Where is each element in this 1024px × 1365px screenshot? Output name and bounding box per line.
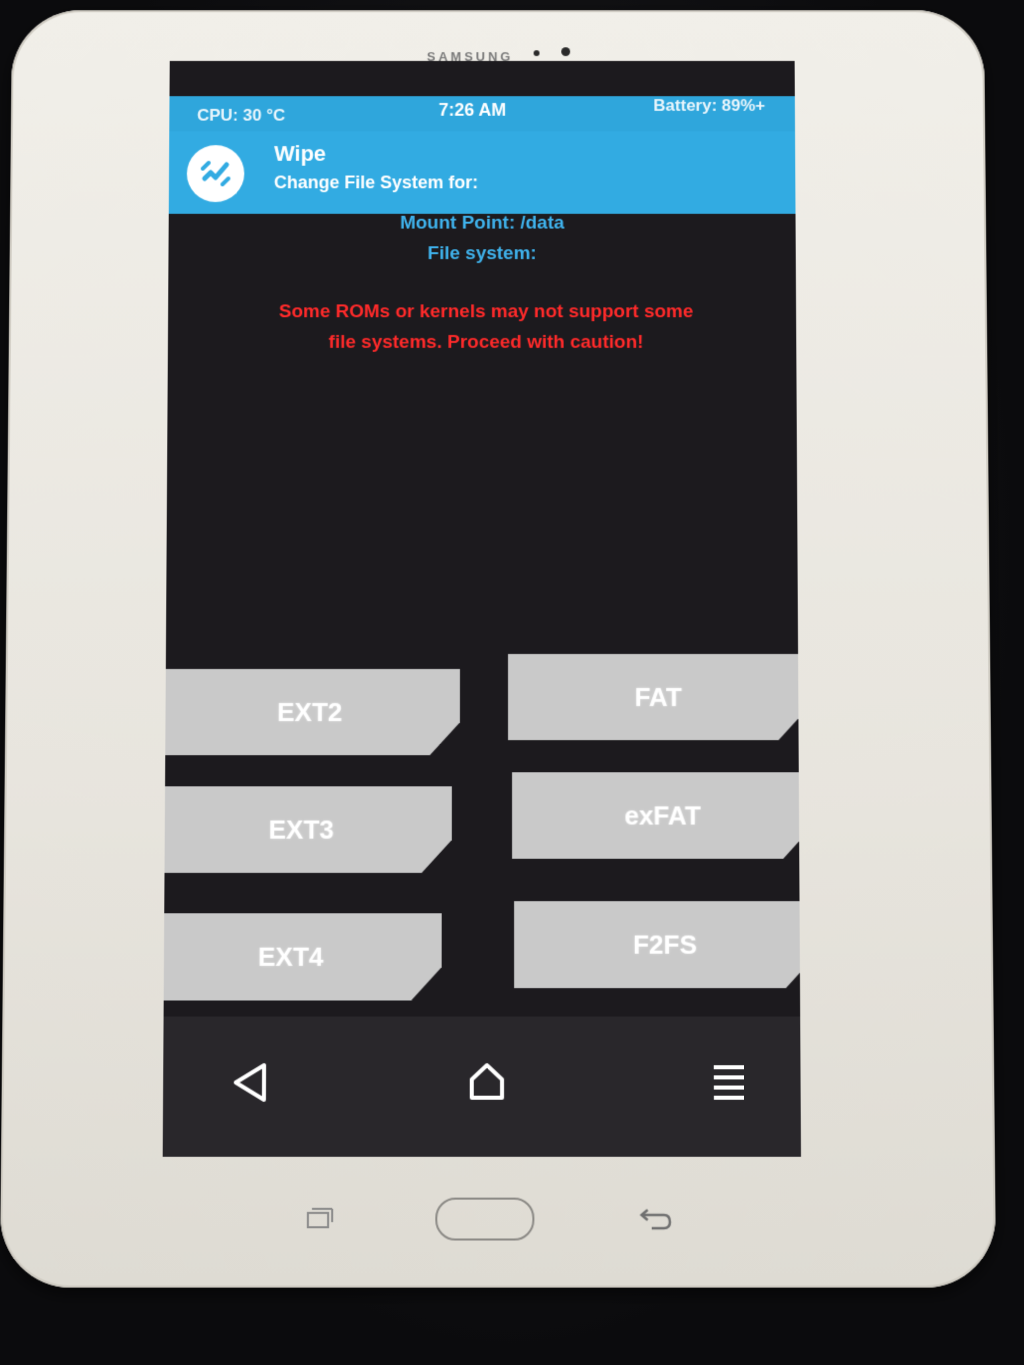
camera-sensor-icon (533, 50, 540, 57)
menu-icon[interactable] (694, 1047, 765, 1118)
front-camera-icon (561, 47, 571, 57)
status-bar: CPU: 30 °C 7:26 AM Battery: 89%+ (169, 96, 796, 132)
tablet-body: SAMSUNG CPU: 30 °C 7:26 AM Battery: 89%+ (0, 10, 997, 1288)
ext4-button[interactable]: EXT4 (163, 913, 442, 1000)
home-icon[interactable] (452, 1047, 523, 1118)
warning-line-1: Some ROMs or kernels may not support som… (278, 301, 694, 323)
ext3-button[interactable]: EXT3 (163, 786, 452, 873)
clock: 7:26 AM (438, 100, 507, 120)
page-title: Wipe (274, 141, 327, 166)
page-header: Wipe Change File System for: (168, 131, 796, 214)
nav-bar (162, 1016, 802, 1157)
exfat-button[interactable]: exFAT (512, 772, 801, 859)
file-system-label: File system: (427, 243, 537, 265)
screen-content: CPU: 30 °C 7:26 AM Battery: 89%+ Wipe Ch… (162, 61, 802, 1157)
battery-status: Battery: 89%+ (653, 96, 766, 115)
twrp-logo-icon (186, 145, 245, 203)
mount-point-label: Mount Point: /data (399, 212, 565, 234)
home-key[interactable] (435, 1197, 535, 1241)
cpu-temp: CPU: 30 °C (197, 105, 286, 125)
twrp-logo-glyph (199, 157, 233, 190)
tablet-screen: CPU: 30 °C 7:26 AM Battery: 89%+ Wipe Ch… (162, 60, 802, 1157)
f2fs-button[interactable]: F2FS (514, 901, 801, 988)
page-subtitle: Change File System for: (273, 172, 479, 193)
warning-line-2: file systems. Proceed with caution! (328, 332, 644, 353)
back-key-icon[interactable] (635, 1202, 676, 1233)
photo-scene: SAMSUNG CPU: 30 °C 7:26 AM Battery: 89%+ (0, 0, 1024, 1365)
ext2-button[interactable]: EXT2 (163, 669, 460, 755)
back-triangle-icon[interactable] (215, 1047, 286, 1118)
recent-apps-key-icon[interactable] (300, 1204, 337, 1235)
fat-button[interactable]: FAT (508, 654, 801, 740)
